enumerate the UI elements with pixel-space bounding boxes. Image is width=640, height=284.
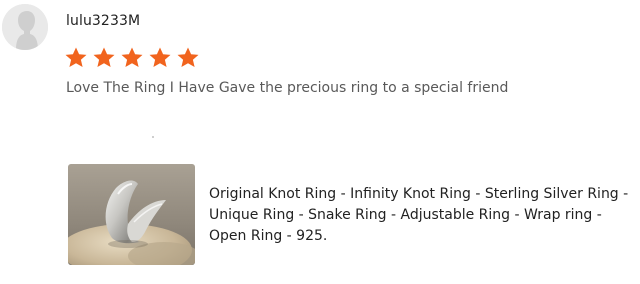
star-icon [93,47,115,67]
product-thumbnail[interactable] [68,164,195,265]
separator-dot [152,136,154,138]
star-icon [121,47,143,67]
star-icon [65,47,87,67]
reviewer-avatar[interactable] [2,4,48,50]
reviewer-username[interactable]: lulu3233M [66,13,140,29]
review-text: Love The Ring I Have Gave the precious r… [66,80,509,96]
ring-product-image [68,164,195,265]
star-icon [149,47,171,67]
user-silhouette-icon [2,4,48,50]
star-rating [64,46,200,70]
star-icon [177,47,199,67]
product-title-link[interactable]: Original Knot Ring - Infinity Knot Ring … [209,184,629,247]
